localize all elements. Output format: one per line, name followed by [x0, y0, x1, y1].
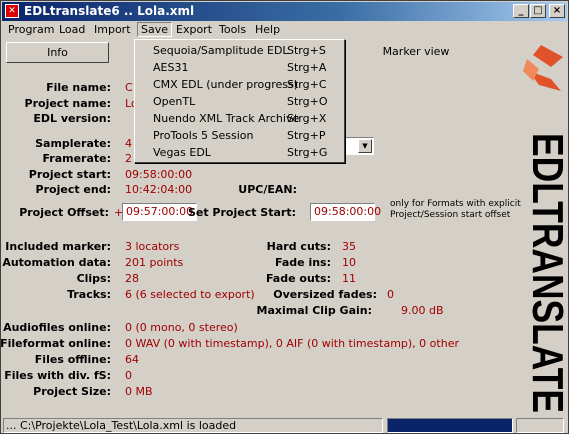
- menu-bar: Program Load Import Save Export Tools He…: [2, 21, 567, 40]
- maximize-button[interactable]: □: [530, 4, 546, 18]
- project-size-label: Project Size:: [33, 385, 111, 398]
- clips-label: Clips:: [76, 272, 111, 285]
- fade-ins-label: Fade ins:: [274, 256, 331, 269]
- file-name-label: File name:: [46, 81, 111, 94]
- save-nuendo-item[interactable]: Nuendo XML Track Archive Strg+X: [137, 111, 342, 127]
- tracks-value: 6 (6 selected to export): [125, 288, 255, 301]
- tab-info[interactable]: Info: [6, 42, 109, 63]
- clips-value: 28: [125, 272, 139, 285]
- edl-version-label: EDL version:: [33, 112, 111, 125]
- status-bar: ... C:\Projekte\Lola_Test\Lola.xml is lo…: [2, 417, 567, 433]
- tab-marker-view[interactable]: Marker view: [341, 42, 491, 63]
- project-end-label: Project end:: [35, 183, 111, 196]
- save-vegas-item[interactable]: Vegas EDL Strg+G: [137, 145, 342, 161]
- fade-outs-value: 11: [342, 272, 356, 285]
- menu-help[interactable]: Help: [252, 23, 283, 36]
- fade-ins-value: 10: [342, 256, 356, 269]
- project-offset-field[interactable]: 09:57:00:00: [122, 203, 197, 221]
- automation-label: Automation data:: [2, 256, 111, 269]
- project-start-value: 09:58:00:00: [125, 168, 193, 181]
- app-window: ✕ EDLtranslate6 .. Lola.xml _ □ × Progra…: [0, 0, 569, 434]
- max-clip-gain-value: 9.00 dB: [401, 304, 444, 317]
- menu-import[interactable]: Import: [91, 23, 134, 36]
- files-div-fs-value: 0: [125, 369, 132, 382]
- svg-text:EDLTRANSLATE: EDLTRANSLATE: [523, 133, 567, 413]
- logo-mark-icon: [523, 45, 563, 91]
- offset-note-2: Project/Session start offset: [390, 210, 511, 220]
- window-title: EDLtranslate6 .. Lola.xml: [24, 4, 195, 18]
- hard-cuts-value: 35: [342, 240, 356, 253]
- menu-program[interactable]: Program: [5, 23, 57, 36]
- samplerate-label: Samplerate:: [35, 137, 111, 150]
- project-name-label: Project name:: [24, 97, 111, 110]
- status-text: ... C:\Projekte\Lola_Test\Lola.xml is lo…: [3, 418, 383, 433]
- offset-note-1: only for Formats with explicit: [390, 199, 521, 209]
- menu-save[interactable]: Save: [137, 22, 173, 37]
- set-project-start-label: Set Project Start:: [187, 206, 296, 219]
- project-size-value: 0 MB: [125, 385, 153, 398]
- file-name-value: C: [125, 81, 133, 94]
- minimize-button[interactable]: _: [513, 4, 529, 18]
- project-offset-label: Project Offset:: [19, 206, 109, 219]
- framerate-label: Framerate:: [42, 152, 111, 165]
- included-marker-value: 3 locators: [125, 240, 180, 253]
- fade-outs-label: Fade outs:: [265, 272, 331, 285]
- save-sequoia-item[interactable]: Sequoia/Samplitude EDL Strg+S: [137, 43, 342, 59]
- save-opentl-item[interactable]: OpenTL Strg+O: [137, 94, 342, 110]
- files-offline-label: Files offline:: [34, 353, 111, 366]
- edl-version-select[interactable]: ▼: [341, 137, 374, 155]
- fileformat-online-value: 0 WAV (0 with timestamp), 0 AIF (0 with …: [125, 337, 459, 350]
- save-aes31-item[interactable]: AES31 Strg+A: [137, 60, 342, 76]
- progress-fill: [388, 419, 512, 432]
- audiofiles-online-label: Audiofiles online:: [3, 321, 111, 334]
- oversized-fades-label: Oversized fades:: [273, 288, 377, 301]
- samplerate-value: 4: [125, 137, 132, 150]
- title-bar[interactable]: ✕ EDLtranslate6 .. Lola.xml _ □ ×: [2, 2, 567, 21]
- status-panel: [516, 418, 564, 433]
- included-marker-label: Included marker:: [5, 240, 111, 253]
- close-button[interactable]: ×: [549, 4, 565, 18]
- fileformat-online-label: Fileformat online:: [0, 337, 111, 350]
- files-div-fs-label: Files with div. fS:: [4, 369, 111, 382]
- automation-value: 201 points: [125, 256, 184, 269]
- framerate-value: 2: [125, 152, 132, 165]
- menu-load[interactable]: Load: [56, 23, 88, 36]
- save-protools-item[interactable]: ProTools 5 Session Strg+P: [137, 128, 342, 144]
- menu-export[interactable]: Export: [173, 23, 215, 36]
- app-icon: ✕: [5, 4, 19, 18]
- max-clip-gain-label: Maximal Clip Gain:: [256, 304, 373, 317]
- edltranslate-logo: EDLTRANSLATE: [511, 41, 569, 421]
- save-cmx-item[interactable]: CMX EDL (under progress) Strg+C: [137, 77, 342, 93]
- tracks-label: Tracks:: [67, 288, 111, 301]
- progress-bar: [387, 418, 513, 433]
- files-offline-value: 64: [125, 353, 139, 366]
- project-start-label: Project start:: [28, 168, 111, 181]
- oversized-fades-value: 0: [387, 288, 394, 301]
- menu-tools[interactable]: Tools: [216, 23, 249, 36]
- save-dropdown-menu: Sequoia/Samplitude EDL Strg+S AES31 Strg…: [134, 39, 345, 163]
- hard-cuts-label: Hard cuts:: [266, 240, 331, 253]
- audiofiles-online-value: 0 (0 mono, 0 stereo): [125, 321, 238, 334]
- set-project-start-field[interactable]: 09:58:00:00: [310, 203, 381, 221]
- chevron-down-icon[interactable]: ▼: [358, 139, 372, 153]
- upc-label: UPC/EAN:: [238, 183, 297, 196]
- project-end-value: 10:42:04:00: [125, 183, 193, 196]
